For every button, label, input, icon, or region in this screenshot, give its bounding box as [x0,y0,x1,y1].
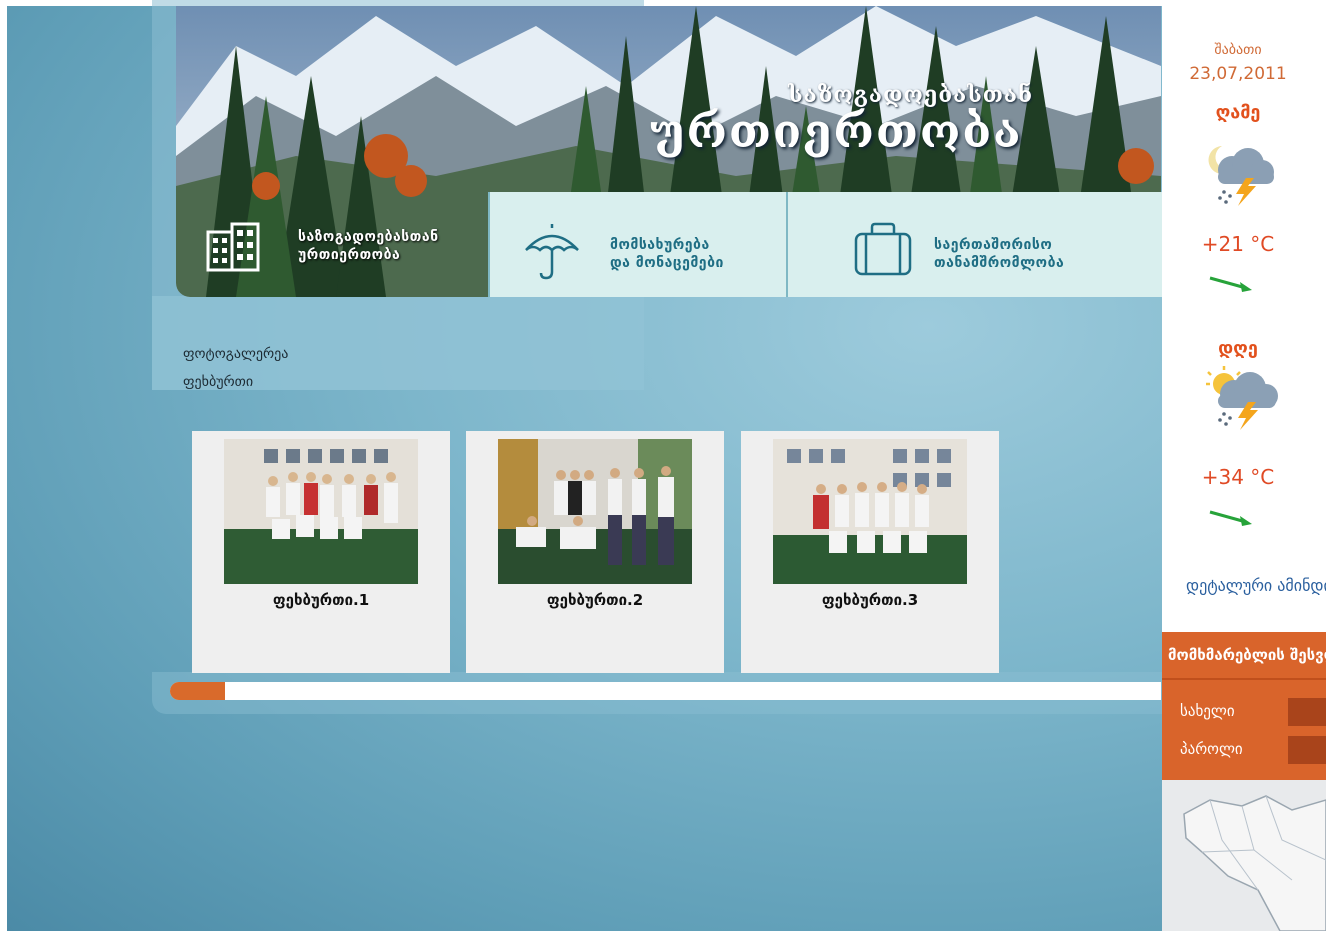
wind-arrow-icon [1208,274,1254,298]
umbrella-icon [522,222,582,286]
sun-thunderstorm-icon [1196,364,1286,434]
footer-bar [170,682,1161,700]
nav-international[interactable]: საერთაშორისო თანამშრომლობა [786,192,1163,297]
weather-date: 23,07,2011 [1189,64,1287,84]
nav-international-line2: თანამშრომლობა [934,255,1065,271]
suitcase-icon [852,222,914,282]
breadcrumb: ფოტოგალერეა ფეხბურთი [183,340,288,396]
gallery-item[interactable]: ფეხბურთი.3 [741,431,999,673]
logo-line2: ურთიერთობა [298,247,401,263]
left-strip [0,0,7,931]
gallery-item[interactable]: ფეხბურთი.1 [192,431,450,673]
site-logo[interactable]: საზოგადოებასთან ურთიერთობა [176,196,488,297]
gallery-caption[interactable]: ფეხბურთი.3 [741,591,999,609]
weather-night-temp: +21 °C [1201,232,1275,256]
football-team-photo[interactable] [498,439,692,584]
login-title: მომხმარებლის შესვლა [1168,646,1326,664]
football-team-photo[interactable] [773,439,967,584]
nav-services[interactable]: მომსახურება და მონაცემები [488,192,786,297]
password-field[interactable] [1288,736,1326,764]
right-sidebar: შაბათი 23,07,2011 ღამე +21 °C დღე +34 °C [1162,0,1326,931]
username-label: სახელი [1180,702,1235,720]
login-box: მომხმარებლის შესვლა სახელი პაროლი [1162,632,1326,780]
login-divider [1162,678,1326,680]
breadcrumb-page: ფეხბურთი [183,374,254,390]
wind-arrow-icon [1208,508,1254,532]
football-team-photo[interactable] [224,439,418,584]
weather-day-name: შაბათი [1214,42,1262,58]
nav-services-line2: და მონაცემები [610,255,724,271]
weather-night-label: ღამე [1215,102,1261,123]
logo-line1: საზოგადოებასთან [298,229,439,245]
footer-bar-fill [170,682,225,700]
username-field[interactable] [1288,698,1326,726]
password-label: პაროლი [1180,740,1243,758]
nav-services-line1: მომსახურება [610,237,710,253]
gallery-caption[interactable]: ფეხბურთი.2 [466,591,724,609]
weather-details-link[interactable]: დეტალური ამინდი [1186,576,1326,595]
nav-international-line1: საერთაშორისო [934,237,1053,253]
banner-title: ურთიერთობა [650,104,1023,158]
georgia-map[interactable] [1162,780,1326,931]
thunderstorm-icon [1196,140,1280,210]
building-icon [204,218,266,274]
gallery-item[interactable]: ფეხბურთი.2 [466,431,724,673]
weather-day-temp: +34 °C [1201,465,1275,489]
weather-day-label: დღე [1218,338,1258,359]
breadcrumb-section[interactable]: ფოტოგალერეა [183,340,288,368]
gallery-caption[interactable]: ფეხბურთი.1 [192,591,450,609]
